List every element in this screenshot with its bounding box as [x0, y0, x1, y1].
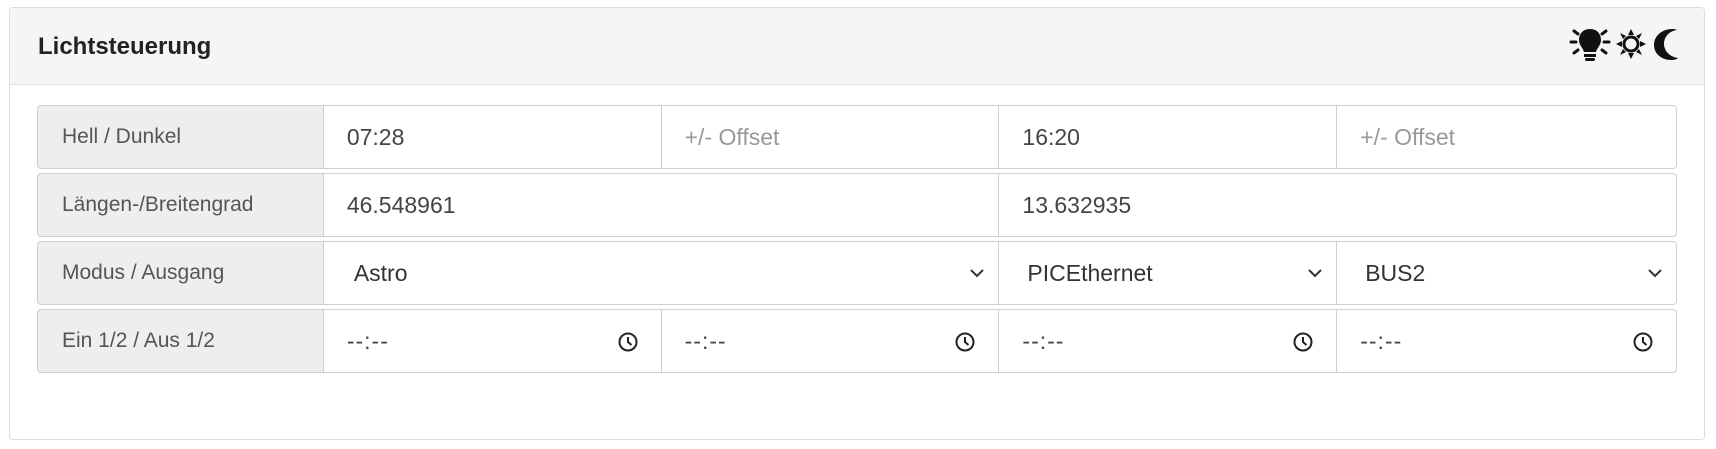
sunrise-offset-field[interactable]: +/- Offset [660, 105, 1000, 169]
chevron-down-icon [1648, 269, 1662, 278]
chevron-down-icon [1308, 269, 1322, 278]
row-hell-dunkel: Hell / Dunkel 07:28 +/- Offset 16:20 +/-… [37, 105, 1678, 169]
on1-time-input[interactable]: --:-- [322, 309, 662, 373]
clock-icon[interactable] [1632, 331, 1654, 353]
clock-icon[interactable] [954, 331, 976, 353]
moon-icon [1650, 26, 1680, 67]
row-modus: Modus / Ausgang Astro PICEthernet BUS2 [37, 241, 1677, 305]
sunrise-time-field[interactable]: 07:28 [322, 105, 662, 169]
output-select-value: BUS2 [1365, 259, 1426, 286]
latitude-field[interactable]: 46.548961 [322, 173, 1000, 237]
on2-time-value: --:-- [684, 327, 727, 354]
on2-time-input[interactable]: --:-- [660, 309, 1000, 373]
row-label-times: Ein 1/2 / Aus 1/2 [37, 309, 324, 373]
sun-icon [1615, 28, 1647, 65]
light-control-panel: Lichtsteuerung Hell / Dunkel 07:28 +/- O… [9, 7, 1705, 440]
clock-icon[interactable] [617, 331, 639, 353]
longitude-field[interactable]: 13.632935 [998, 173, 1677, 237]
on1-time-value: --:-- [346, 327, 389, 354]
row-label-coordinates: Längen-/Breitengrad [37, 173, 324, 237]
off2-time-value: --:-- [1360, 327, 1403, 354]
clock-icon[interactable] [1292, 331, 1314, 353]
sunset-offset-field[interactable]: +/- Offset [1336, 105, 1678, 169]
sunset-time-field[interactable]: 16:20 [998, 105, 1338, 169]
off2-time-input[interactable]: --:-- [1336, 309, 1678, 373]
row-times: Ein 1/2 / Aus 1/2 --:-- --:-- --:-- --:-… [37, 309, 1678, 373]
off1-time-input[interactable]: --:-- [998, 309, 1338, 373]
off1-time-value: --:-- [1022, 327, 1065, 354]
interface-select[interactable]: PICEthernet [998, 241, 1338, 305]
row-label-hell-dunkel: Hell / Dunkel [37, 105, 324, 169]
row-coordinates: Längen-/Breitengrad 46.548961 13.632935 [37, 173, 1677, 237]
output-select[interactable]: BUS2 [1336, 241, 1677, 305]
chevron-down-icon [970, 269, 985, 278]
panel-title: Lichtsteuerung [38, 33, 212, 60]
mode-select-value: Astro [353, 259, 408, 286]
panel-header: Lichtsteuerung [10, 8, 1704, 85]
header-icons [1568, 26, 1680, 66]
interface-select-value: PICEthernet [1027, 259, 1153, 286]
row-label-modus: Modus / Ausgang [37, 241, 324, 305]
mode-select[interactable]: Astro [322, 241, 1000, 305]
lightbulb-icon [1568, 24, 1612, 69]
